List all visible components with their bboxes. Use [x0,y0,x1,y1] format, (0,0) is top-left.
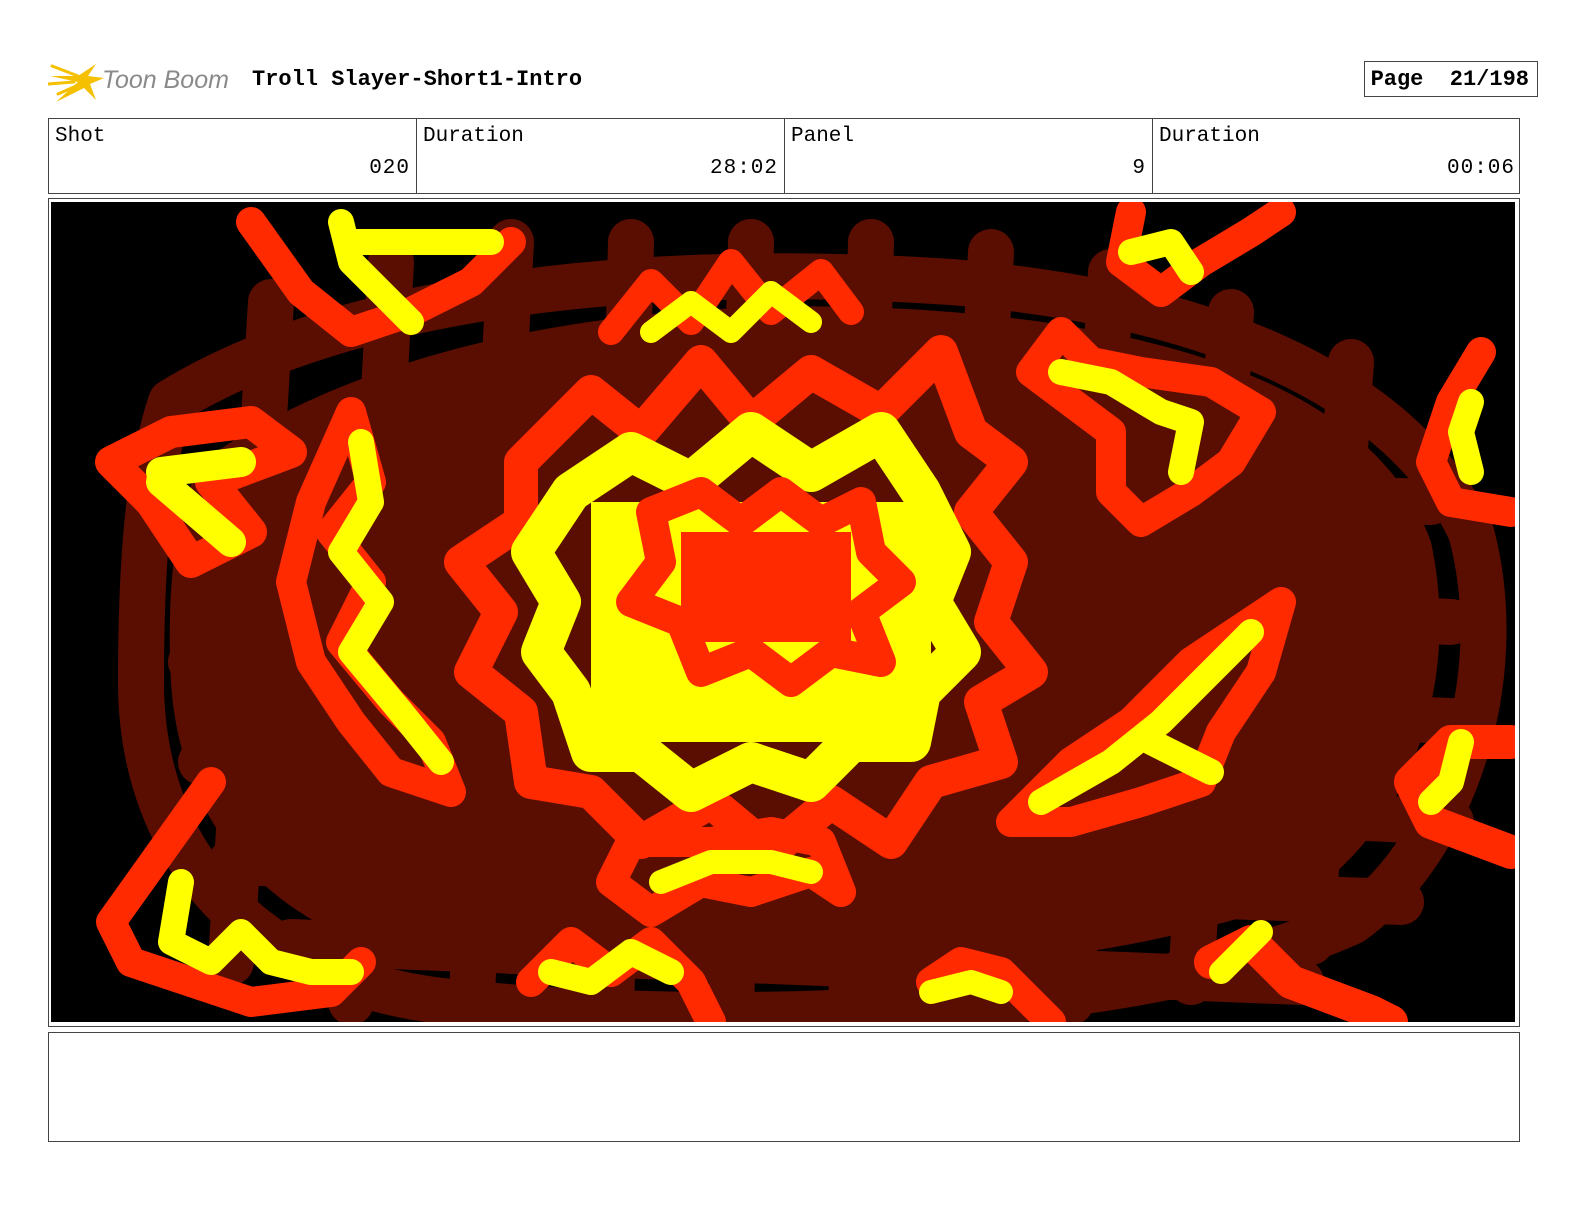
panel-image [51,202,1515,1022]
shot-label: Shot [55,125,106,148]
shot-cell: Shot 020 [49,119,417,193]
panel-label: Panel [791,125,855,148]
shot-duration-label: Duration [423,125,524,148]
explosion-sketch [51,202,1515,1022]
document-title: Troll Slayer-Short1-Intro [252,67,583,92]
page-indicator: Page 21/198 [1364,61,1538,97]
storyboard-header: Toon Boom Troll Slayer-Short1-Intro Page… [48,56,1538,106]
panel-value: 9 [1132,157,1146,180]
panel-duration-label: Duration [1159,125,1260,148]
comet-logo-icon [48,64,104,102]
shot-duration-cell: Duration 28:02 [417,119,785,193]
shot-info-table: Shot 020 Duration 28:02 Panel 9 Duration… [48,118,1520,194]
logo-text: Toon Boom [102,66,229,94]
panel-cell: Panel 9 [785,119,1153,193]
page-label: Page [1370,66,1424,92]
shot-value: 020 [369,157,410,180]
panel-duration-value: 00:06 [1446,157,1515,180]
panel-notes-box [48,1032,1520,1142]
toon-boom-logo: Toon Boom [48,56,248,106]
shot-duration-value: 28:02 [709,157,778,180]
panel-duration-cell: Duration 00:06 [1153,119,1521,193]
page-number: 21/198 [1449,66,1529,92]
